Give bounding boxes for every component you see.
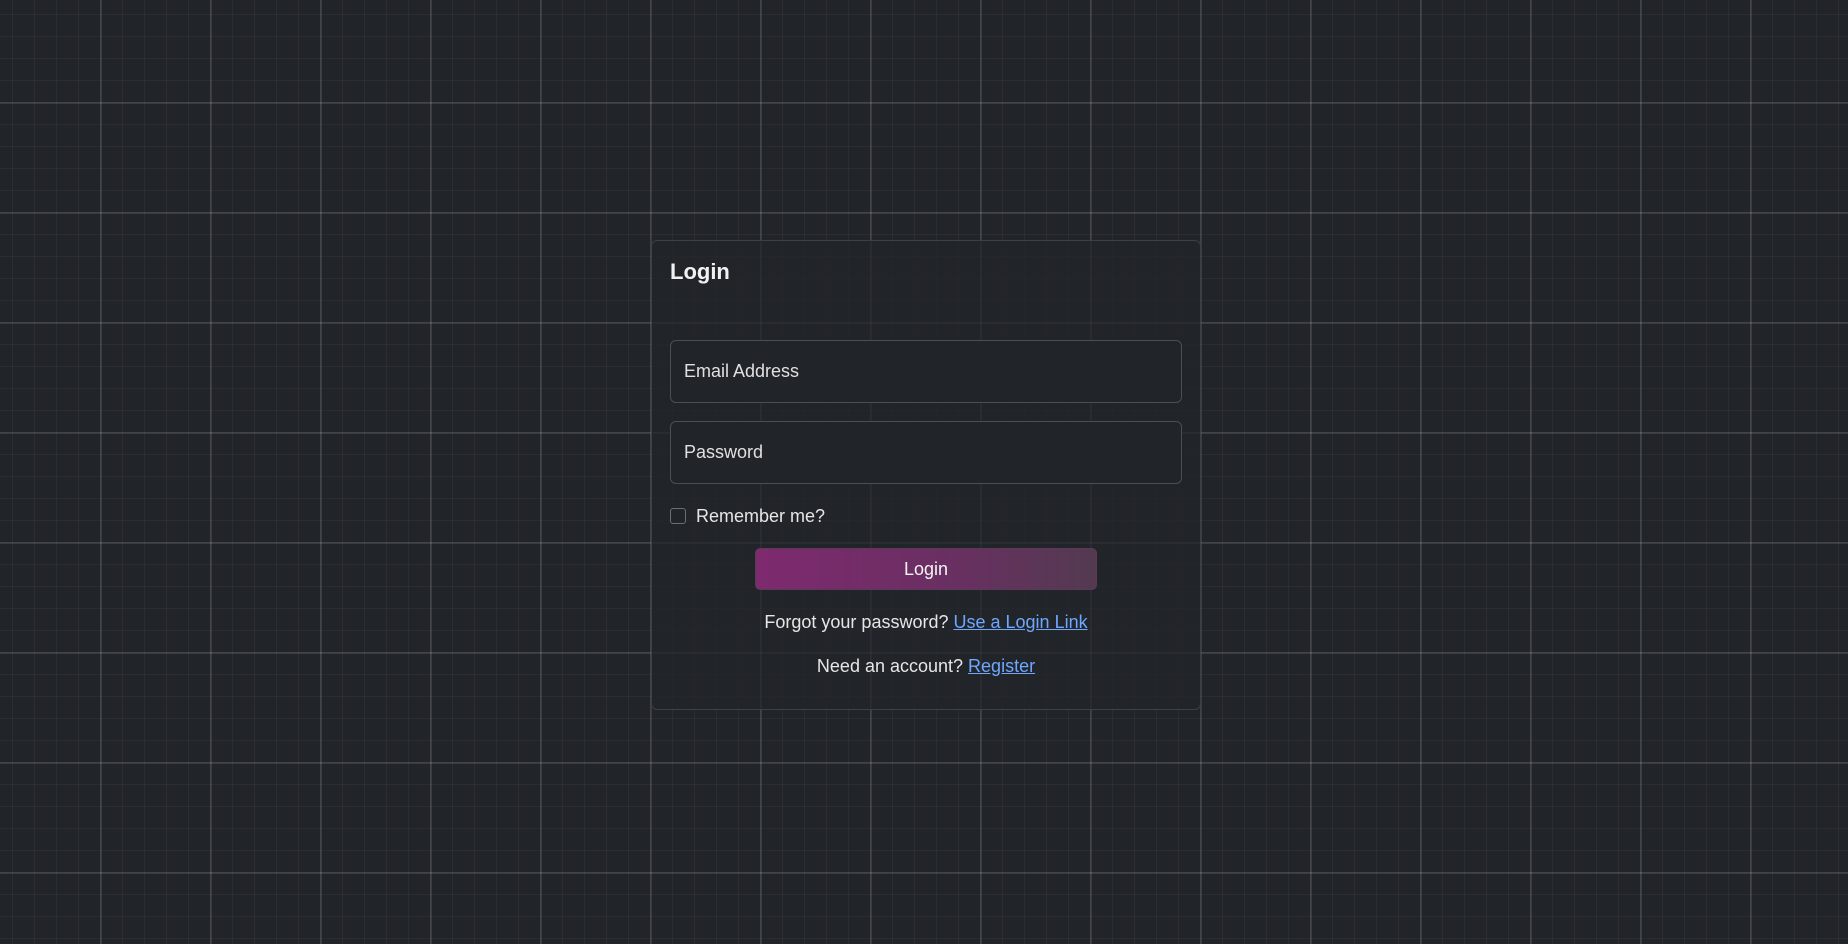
login-card: Login Remember me? Login Forgot your pas… — [651, 240, 1201, 710]
remember-me-label[interactable]: Remember me? — [696, 506, 825, 527]
remember-me-checkbox[interactable] — [670, 508, 686, 524]
card-title: Login — [670, 259, 730, 284]
register-line: Need an account? Register — [670, 655, 1182, 677]
password-input[interactable] — [670, 421, 1182, 484]
remember-me-row: Remember me? — [670, 506, 1182, 526]
email-input[interactable] — [670, 340, 1182, 403]
login-button[interactable]: Login — [755, 548, 1097, 590]
register-link[interactable]: Register — [968, 656, 1035, 676]
need-account-text: Need an account? — [816, 656, 964, 676]
forgot-password-text: Forgot your password? — [764, 612, 949, 632]
login-link[interactable]: Use a Login Link — [954, 612, 1088, 632]
forgot-password-line: Forgot your password? Use a Login Link — [670, 611, 1182, 633]
